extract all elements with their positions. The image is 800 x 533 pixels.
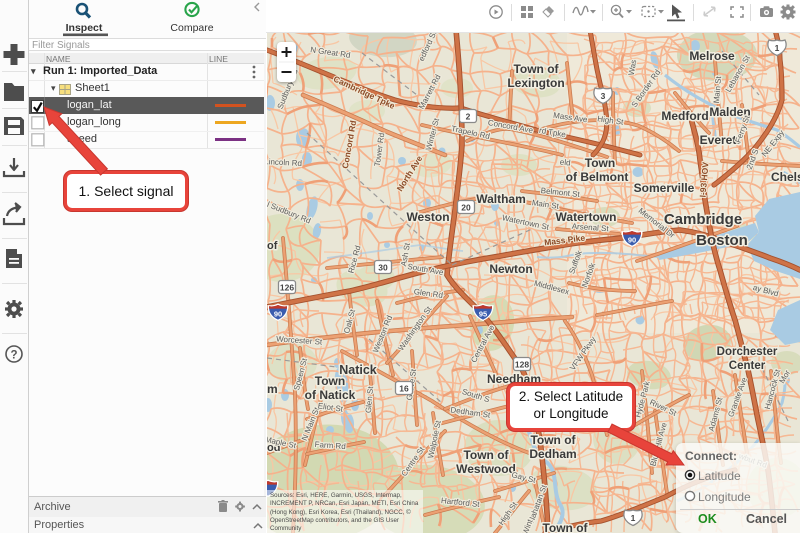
svg-text:16: 16 bbox=[399, 384, 409, 394]
svg-text:Town of: Town of bbox=[513, 62, 559, 76]
svg-text:Town of: Town of bbox=[530, 433, 576, 447]
svg-text:30: 30 bbox=[378, 263, 388, 273]
svg-text:20: 20 bbox=[461, 203, 471, 213]
svg-text:of Belmont: of Belmont bbox=[566, 170, 629, 184]
svg-text:126: 126 bbox=[280, 283, 294, 293]
svg-text:90: 90 bbox=[628, 236, 636, 245]
svg-text:eld: eld bbox=[560, 158, 571, 168]
svg-text:Westwood: Westwood bbox=[456, 462, 516, 476]
svg-text:m: m bbox=[267, 382, 278, 396]
svg-text:Dorchester: Dorchester bbox=[717, 346, 778, 358]
svg-text:95: 95 bbox=[479, 310, 487, 319]
svg-text:of Natick: of Natick bbox=[305, 388, 356, 402]
svg-text:Center: Center bbox=[729, 360, 766, 372]
svg-text:Somerville: Somerville bbox=[634, 181, 695, 195]
svg-text:Town: Town bbox=[585, 156, 615, 170]
svg-text:128: 128 bbox=[515, 360, 529, 370]
svg-text:Lexington: Lexington bbox=[507, 76, 564, 90]
svg-text:Weston: Weston bbox=[406, 210, 449, 224]
svg-text:1: 1 bbox=[631, 513, 636, 523]
svg-text:1: 1 bbox=[775, 43, 780, 53]
svg-text:90: 90 bbox=[274, 310, 282, 319]
svg-text:Newton: Newton bbox=[489, 262, 532, 276]
svg-text:Town of: Town of bbox=[542, 521, 588, 533]
svg-text:Inspect: Inspect bbox=[66, 22, 103, 34]
svg-text:Cambridge: Cambridge bbox=[664, 211, 742, 228]
svg-text:?: ? bbox=[10, 350, 17, 362]
svg-text:Boston: Boston bbox=[696, 232, 748, 249]
svg-text:Town of: Town of bbox=[463, 448, 509, 462]
svg-text:Town: Town bbox=[315, 374, 345, 388]
svg-text:Medford: Medford bbox=[661, 109, 708, 123]
svg-text:Compare: Compare bbox=[170, 22, 213, 34]
svg-text:Chelse: Chelse bbox=[771, 170, 800, 184]
svg-text:Lincoln Rd: Lincoln Rd bbox=[267, 157, 302, 168]
svg-text:2: 2 bbox=[466, 112, 471, 122]
svg-text:Waltham: Waltham bbox=[476, 192, 526, 206]
svg-text:Dedham: Dedham bbox=[529, 447, 576, 461]
svg-text:Melrose: Melrose bbox=[689, 49, 735, 63]
svg-text:of: of bbox=[267, 240, 278, 252]
svg-text:3: 3 bbox=[601, 91, 606, 101]
